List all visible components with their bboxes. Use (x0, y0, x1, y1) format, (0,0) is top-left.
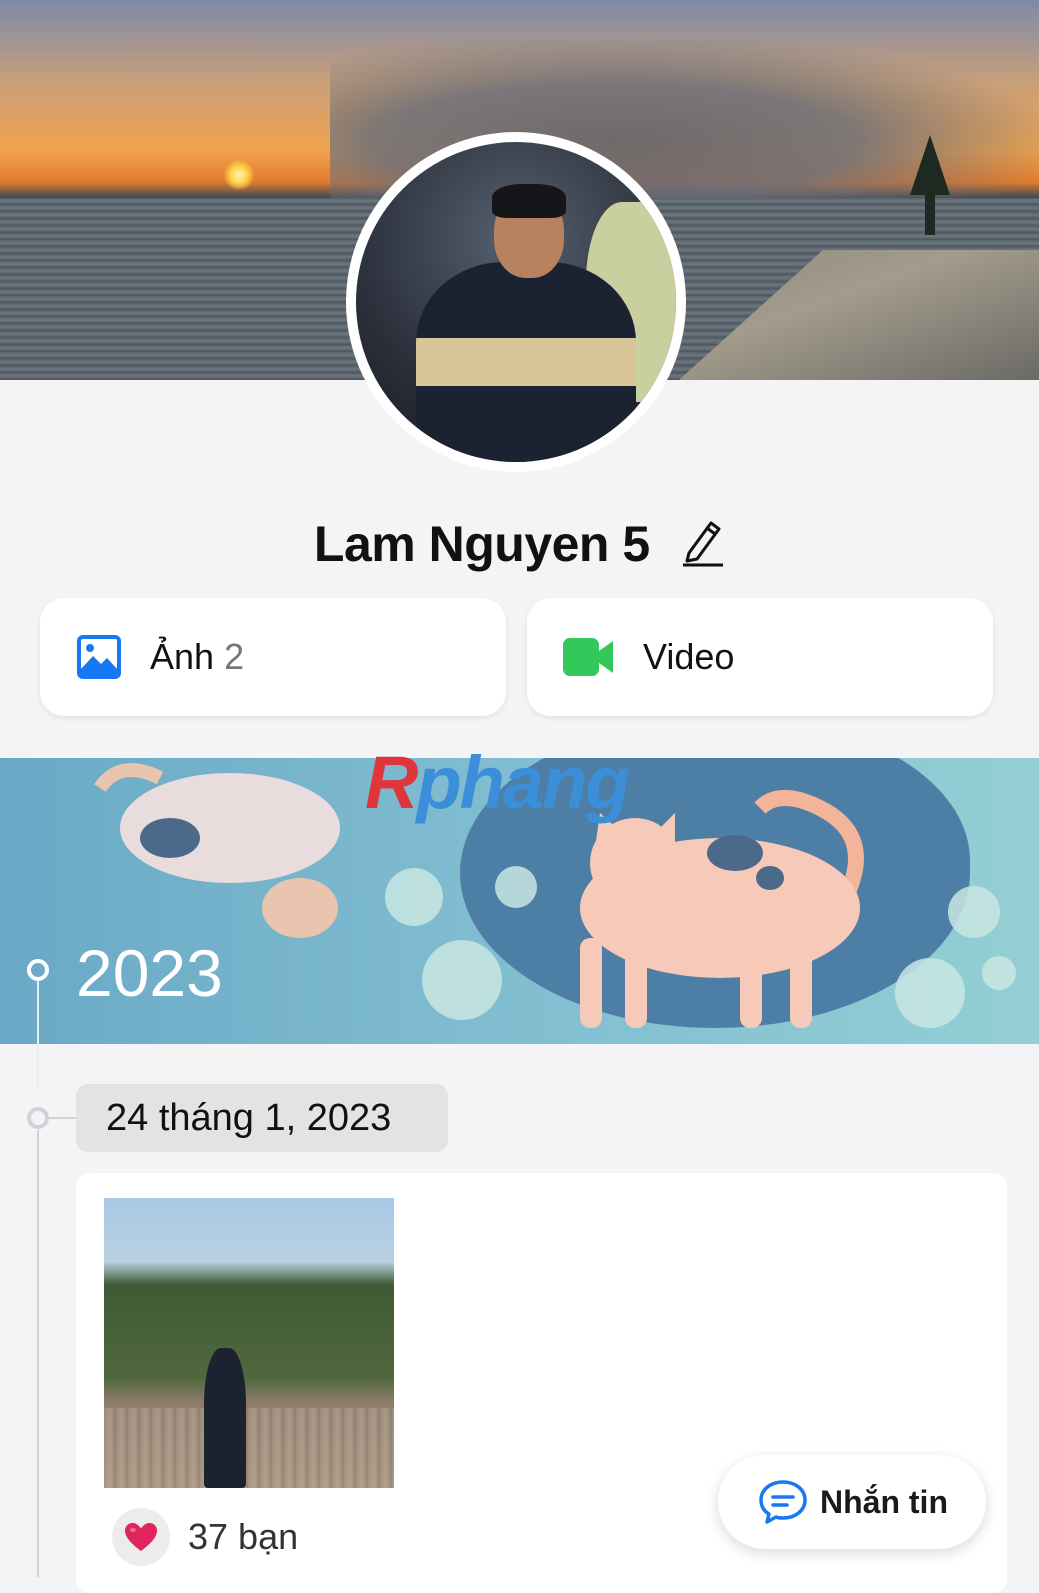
cover-sun (224, 160, 254, 190)
yarn-ball (495, 866, 537, 908)
photo-person (204, 1348, 246, 1488)
video-label: Video (643, 636, 735, 677)
photos-count: 2 (224, 636, 245, 677)
yarn-ball (948, 886, 1000, 938)
yarn-ball (385, 868, 443, 926)
timeline-year-dot (27, 959, 49, 981)
photos-label: Ảnh (150, 636, 215, 677)
timeline-year: 2023 (76, 936, 223, 1010)
avatar-person-hair (492, 184, 566, 218)
watermark-logo: Rphang (365, 740, 630, 825)
timeline-connector (48, 1117, 76, 1119)
watermark-rest: phang (416, 741, 630, 824)
yarn-ball (895, 958, 965, 1028)
photo-dock (104, 1408, 394, 1488)
sleeping-cat-illustration (94, 763, 340, 938)
message-button-label: Nhắn tin (820, 1483, 948, 1520)
watermark-first-letter: R (365, 741, 418, 824)
avatar-person-body (416, 262, 636, 462)
profile-avatar[interactable] (346, 132, 686, 472)
timeline-date-dot (27, 1107, 49, 1129)
video-button[interactable]: Video (527, 598, 993, 716)
likes-count: 37 bạn (188, 1516, 299, 1557)
timeline-rail (37, 1130, 39, 1577)
profile-name: Lam Nguyen 5 (313, 516, 650, 572)
timeline-rail (37, 980, 39, 1090)
image-icon (76, 634, 122, 680)
chat-bubble-icon (758, 1479, 808, 1525)
yarn-ball (422, 940, 502, 1020)
post-photo[interactable] (104, 1198, 394, 1488)
yarn-ball (982, 956, 1016, 990)
avatar-photo (356, 142, 676, 462)
pencil-icon[interactable] (681, 517, 725, 579)
photos-button[interactable]: Ảnh 2 (40, 598, 506, 716)
timeline-date-chip: 24 tháng 1, 2023 (76, 1084, 448, 1152)
video-camera-icon (563, 636, 615, 678)
post-likes[interactable]: 37 bạn (112, 1508, 298, 1566)
heart-icon (112, 1508, 170, 1566)
profile-name-row: Lam Nguyen 5 (0, 515, 1039, 579)
message-button[interactable]: Nhắn tin (718, 1455, 986, 1549)
